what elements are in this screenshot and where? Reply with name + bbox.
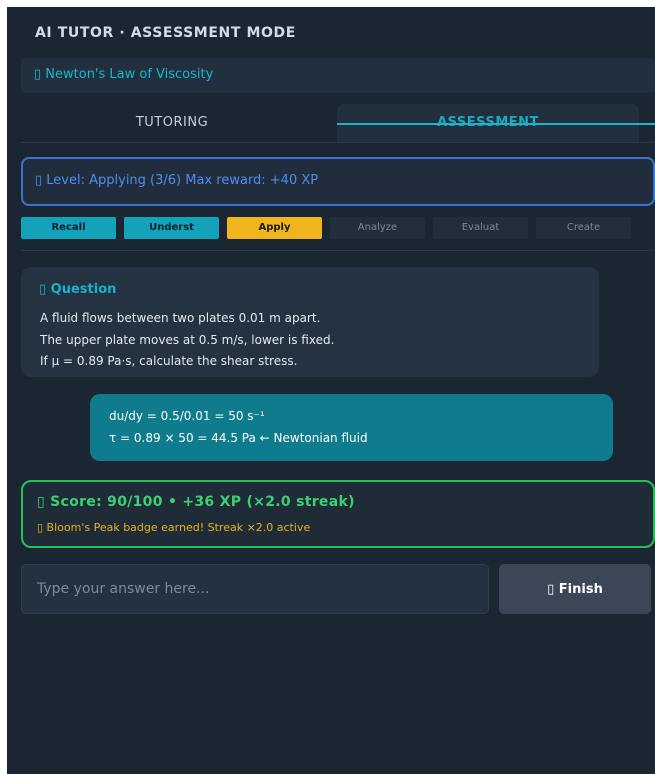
user-answer-bubble: du/dy = 0.5/0.01 = 50 s⁻¹ τ = 0.89 × 50 … [90,394,613,461]
active-tab-indicator [337,123,655,125]
bloom-level-evaluate: Evaluat [433,217,528,239]
tabs-divider [21,142,655,143]
section-divider [21,250,655,251]
score-result-box: ▯ Score: 90/100 • +36 XP (×2.0 streak) ▯… [21,480,655,548]
mode-tabs: TUTORING ASSESSMENT [21,104,655,144]
question-line: The upper plate moves at 0.5 m/s, lower … [40,333,335,347]
bloom-level-apply: Apply [227,217,322,239]
topic-label: ▯ Newton's Law of Viscosity [34,67,214,82]
bloom-level-recall: Recall [21,217,116,239]
topic-bar: ▯ Newton's Law of Viscosity [21,58,655,93]
question-label: ▯ Question [39,282,117,297]
level-banner: ▯ Level: Applying (3/6) Max reward: +40 … [21,157,655,206]
ai-tutor-panel: AI TUTOR · ASSESSMENT MODE ▯ Newton's La… [7,7,655,774]
question-card: ▯ Question A fluid flows between two pla… [21,267,599,377]
question-line: If μ = 0.89 Pa·s, calculate the shear st… [40,354,298,368]
finish-button[interactable]: ▯ Finish [499,564,651,614]
answer-input[interactable] [21,564,489,614]
page-title: AI TUTOR · ASSESSMENT MODE [35,25,296,41]
level-text: ▯ Level: Applying (3/6) Max reward: +40 … [35,173,319,188]
badge-earned-text: ▯ Bloom's Peak badge earned! Streak ×2.0… [37,521,311,534]
question-line: A fluid flows between two plates 0.01 m … [40,311,321,325]
bloom-level-progress: Recall Underst Apply Analyze Evaluat Cre… [21,217,651,241]
bloom-level-understand: Underst [124,217,219,239]
answer-line: τ = 0.89 × 50 = 44.5 Pa ← Newtonian flui… [109,431,368,445]
bloom-level-analyze: Analyze [330,217,425,239]
score-text: ▯ Score: 90/100 • +36 XP (×2.0 streak) [37,494,355,510]
answer-line: du/dy = 0.5/0.01 = 50 s⁻¹ [109,409,265,423]
tab-tutoring[interactable]: TUTORING [21,104,323,142]
bloom-level-create: Create [536,217,631,239]
